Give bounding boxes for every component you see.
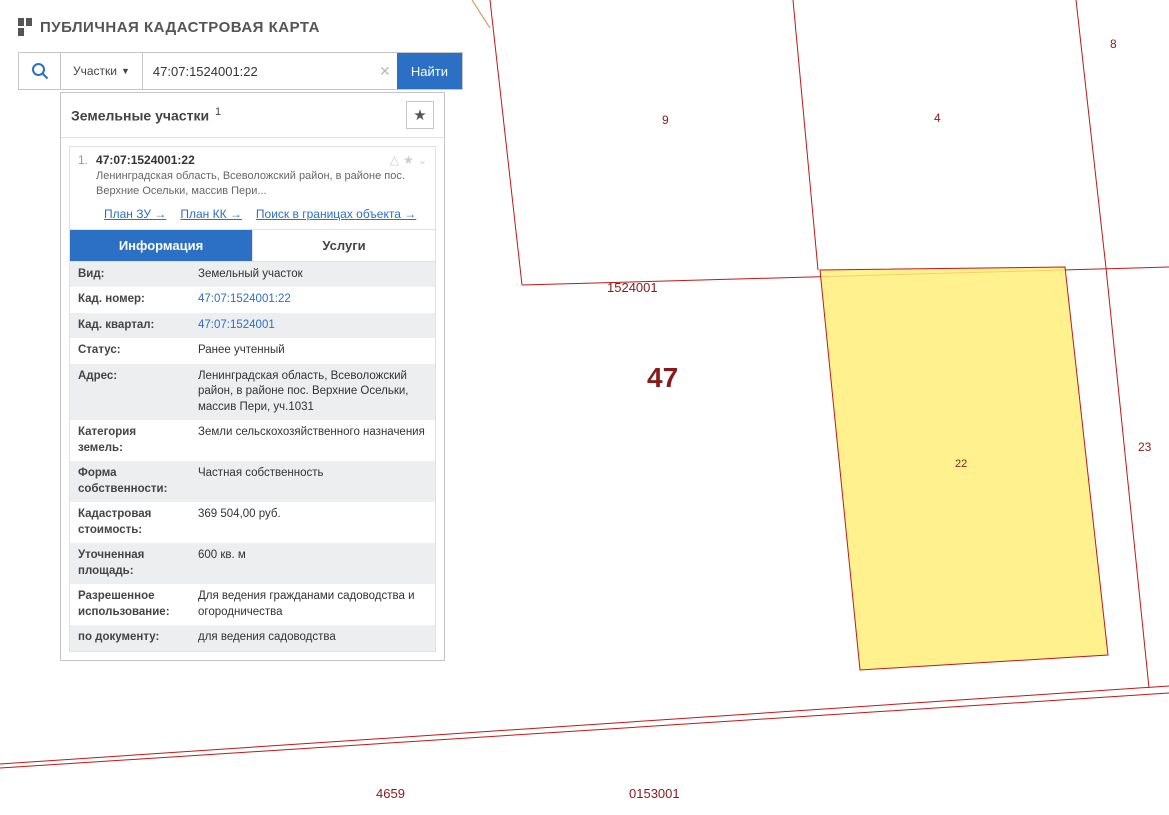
favorite-button[interactable]: ★ xyxy=(406,101,434,129)
property-row: Вид:Земельный участок xyxy=(70,262,435,288)
map-region-label: 47 xyxy=(647,362,678,394)
property-value: Частная собственность xyxy=(190,461,435,502)
link-search-in-bounds[interactable]: Поиск в границах объекта → xyxy=(256,207,416,221)
properties-table: Вид:Земельный участокКад. номер:47:07:15… xyxy=(70,262,435,651)
chevron-down-icon[interactable]: ⌄ xyxy=(418,154,427,167)
search-submit-button[interactable]: Найти xyxy=(397,53,462,89)
property-key: Кад. квартал: xyxy=(70,313,190,339)
tab-info[interactable]: Информация xyxy=(70,229,252,262)
property-key: Разрешенное использование: xyxy=(70,584,190,625)
property-key: Категория земель: xyxy=(70,420,190,461)
property-value: Ленинградская область, Всеволожский райо… xyxy=(190,364,435,421)
property-row: Статус:Ранее учтенный xyxy=(70,338,435,364)
search-clear-button[interactable]: ✕ xyxy=(373,53,397,89)
tab-services[interactable]: Услуги xyxy=(252,229,435,262)
search-icon xyxy=(31,62,49,80)
search-input[interactable] xyxy=(143,53,373,89)
property-key: Форма собственности: xyxy=(70,461,190,502)
link-plan-zu[interactable]: План ЗУ → xyxy=(104,207,166,221)
map-label-4: 4 xyxy=(934,111,941,125)
card-links: План ЗУ → План КК → Поиск в границах объ… xyxy=(70,201,435,229)
link-plan-kk[interactable]: План КК → xyxy=(180,207,242,221)
property-row: Кад. квартал:47:07:1524001 xyxy=(70,313,435,339)
property-row: Разрешенное использование:Для ведения гр… xyxy=(70,584,435,625)
property-key: Кад. номер: xyxy=(70,287,190,313)
search-type-dropdown[interactable]: Участки ▼ xyxy=(61,53,143,89)
warning-icon[interactable]: △ xyxy=(390,153,399,167)
panel-header: Земельные участки 1 ★ xyxy=(61,93,444,138)
card-header: 1. 47:07:1524001:22 Ленинградская област… xyxy=(70,147,435,201)
map-label-0153001: 0153001 xyxy=(629,786,680,801)
search-bar: Участки ▼ ✕ Найти xyxy=(18,52,463,90)
app-title: ПУБЛИЧНАЯ КАДАСТРОВАЯ КАРТА xyxy=(40,19,320,36)
property-key: Кадастровая стоимость: xyxy=(70,502,190,543)
card-index: 1. xyxy=(78,153,88,199)
card-tabs: Информация Услуги xyxy=(70,229,435,262)
property-key: Уточненная площадь: xyxy=(70,543,190,584)
panel-title-text: Земельные участки xyxy=(71,108,209,124)
panel-title: Земельные участки 1 xyxy=(71,106,221,124)
map-label-9: 9 xyxy=(662,113,669,127)
property-value[interactable]: 47:07:1524001 xyxy=(190,313,435,339)
property-row: Уточненная площадь:600 кв. м xyxy=(70,543,435,584)
highlighted-parcel[interactable] xyxy=(820,267,1108,670)
property-key: Адрес: xyxy=(70,364,190,421)
logo-icon xyxy=(18,18,32,36)
search-icon-button[interactable] xyxy=(19,53,61,89)
app-header: ПУБЛИЧНАЯ КАДАСТРОВАЯ КАРТА xyxy=(18,18,320,36)
property-value: Земли сельскохозяйственного назначения xyxy=(190,420,435,461)
property-row: Кадастровая стоимость:369 504,00 руб. xyxy=(70,502,435,543)
card-address-short: Ленинградская область, Всеволожский райо… xyxy=(96,169,427,199)
property-value: Ранее учтенный xyxy=(190,338,435,364)
property-key: Статус: xyxy=(70,338,190,364)
star-outline-icon[interactable]: ★ xyxy=(403,153,414,167)
property-value: Земельный участок xyxy=(190,262,435,288)
property-key: Вид: xyxy=(70,262,190,288)
property-value: 600 кв. м xyxy=(190,543,435,584)
property-value: 369 504,00 руб. xyxy=(190,502,435,543)
property-row: Категория земель:Земли сельскохозяйствен… xyxy=(70,420,435,461)
property-value: для ведения садоводства xyxy=(190,625,435,651)
map-label-22: 22 xyxy=(955,458,967,470)
map-label-23: 23 xyxy=(1138,440,1151,454)
property-value[interactable]: 47:07:1524001:22 xyxy=(190,287,435,313)
property-row: Кад. номер:47:07:1524001:22 xyxy=(70,287,435,313)
property-value: Для ведения гражданами садоводства и ого… xyxy=(190,584,435,625)
property-row: по документу:для ведения садоводства xyxy=(70,625,435,651)
property-row: Адрес:Ленинградская область, Всеволожски… xyxy=(70,364,435,421)
map-label-8: 8 xyxy=(1110,37,1117,51)
card-controls: △ ★ ⌄ xyxy=(390,153,427,167)
result-card: 1. 47:07:1524001:22 Ленинградская област… xyxy=(69,146,436,652)
card-cad-number[interactable]: 47:07:1524001:22 xyxy=(96,153,427,167)
chevron-down-icon: ▼ xyxy=(121,66,130,76)
results-panel: Земельные участки 1 ★ 1. 47:07:1524001:2… xyxy=(60,92,445,661)
property-key: по документу: xyxy=(70,625,190,651)
close-icon: ✕ xyxy=(379,63,391,80)
search-type-label: Участки xyxy=(73,64,117,78)
star-icon: ★ xyxy=(413,106,426,124)
map-label-4659: 4659 xyxy=(376,786,405,801)
panel-count: 1 xyxy=(213,106,221,118)
map-label-1524001: 1524001 xyxy=(607,280,658,295)
property-row: Форма собственности:Частная собственност… xyxy=(70,461,435,502)
